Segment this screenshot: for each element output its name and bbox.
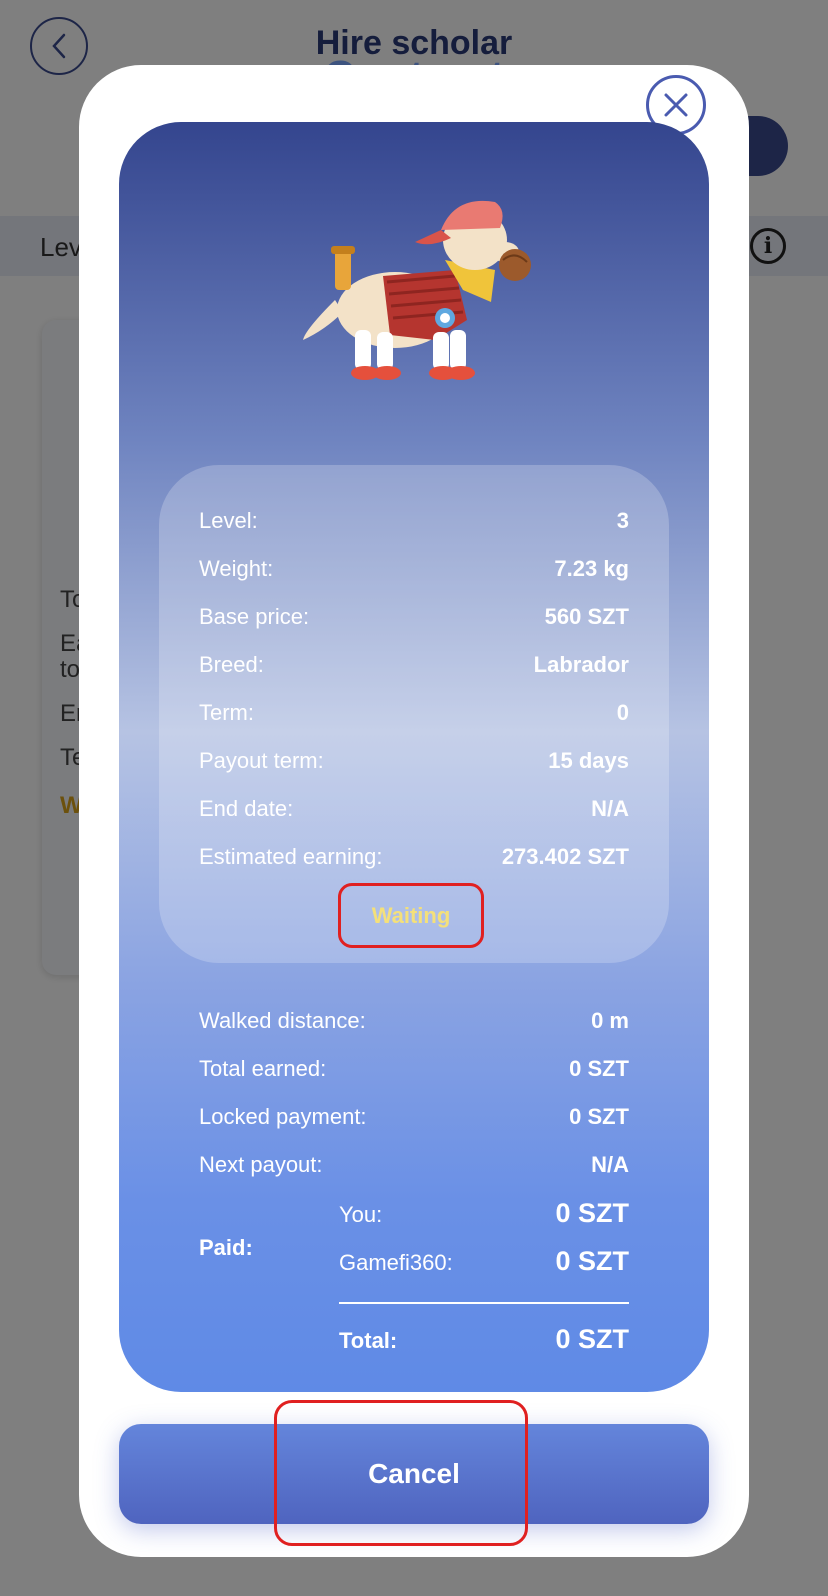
info-value: Labrador [533, 652, 629, 677]
info-row-term: Term: 0 [199, 700, 629, 730]
paid-divider [339, 1302, 629, 1304]
stat-value: N/A [591, 1152, 629, 1177]
stat-label: Total earned: [199, 1056, 327, 1081]
stat-value: 0 SZT [569, 1056, 629, 1081]
paid-row-label: Gamefi360: [339, 1250, 453, 1275]
dog-illustration [303, 200, 531, 380]
stat-row-total-earned: Total earned: 0 SZT [199, 1056, 629, 1086]
info-value: 7.23 kg [554, 556, 629, 581]
paid-row-value: 0 SZT [555, 1198, 629, 1228]
info-value: 15 days [548, 748, 629, 773]
status-text: Waiting [371, 902, 451, 928]
stat-label: Walked distance: [199, 1008, 366, 1033]
total-label: Total: [339, 1328, 398, 1353]
info-value: 0 [616, 700, 629, 725]
info-label: Base price: [199, 604, 310, 629]
info-row-breed: Breed: Labrador [199, 652, 629, 682]
total-value: 0 SZT [555, 1324, 629, 1354]
stat-row-locked-payment: Locked payment: 0 SZT [199, 1104, 629, 1134]
close-icon [664, 93, 688, 117]
info-label: Weight: [199, 556, 274, 581]
info-label: Breed: [199, 652, 264, 677]
info-label: End date: [199, 796, 294, 821]
info-label: Level: [199, 508, 258, 533]
info-label: Estimated earning: [199, 844, 383, 869]
paid-label: Paid: [199, 1235, 253, 1260]
info-row-payout-term: Payout term: 15 days [199, 748, 629, 778]
paid-row-value: 0 SZT [555, 1246, 629, 1276]
stat-label: Next payout: [199, 1152, 323, 1177]
info-row-weight: Weight: 7.23 kg [199, 556, 629, 586]
info-row-base-price: Base price: 560 SZT [199, 604, 629, 634]
stat-row-walked-distance: Walked distance: 0 m [199, 1008, 629, 1038]
cancel-highlight-box [274, 1400, 528, 1546]
stat-value: 0 SZT [569, 1104, 629, 1129]
info-row-level: Level: 3 [199, 508, 629, 538]
paid-row-total: Total: 0 SZT [339, 1324, 629, 1358]
info-row-end-date: End date: N/A [199, 796, 629, 826]
paid-row-gamefi360: Gamefi360: 0 SZT [339, 1246, 629, 1280]
stat-label: Locked payment: [199, 1104, 367, 1129]
info-value: 3 [616, 508, 629, 533]
info-label: Term: [199, 700, 254, 725]
paid-row-you: You: 0 SZT [339, 1198, 629, 1232]
info-value: 273.402 SZT [501, 844, 629, 869]
info-label: Payout term: [199, 748, 324, 773]
paid-row-label: You: [339, 1202, 383, 1227]
status-badge: Waiting [338, 883, 484, 948]
info-value: 560 SZT [544, 604, 629, 629]
stat-row-next-payout: Next payout: N/A [199, 1152, 629, 1182]
info-value: N/A [591, 796, 629, 821]
info-row-estimated-earning: Estimated earning: 273.402 SZT [199, 844, 629, 874]
stat-value: 0 m [591, 1008, 629, 1033]
